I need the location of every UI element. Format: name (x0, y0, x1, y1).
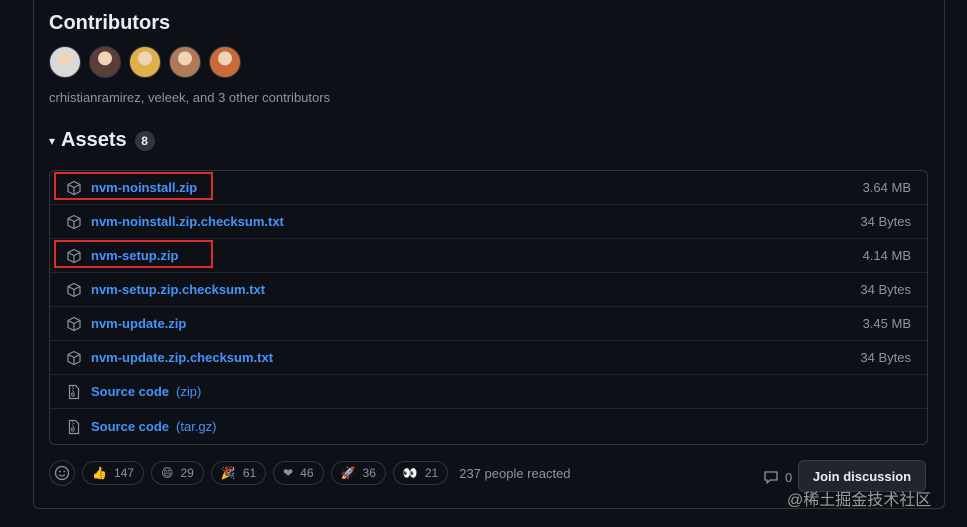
contributor-avatar[interactable] (89, 46, 121, 78)
reaction-count: 61 (242, 466, 257, 480)
asset-size: 4.14 MB (862, 248, 911, 263)
asset-size: 34 Bytes (860, 214, 911, 229)
watermark: @稀土掘金技术社区 (787, 492, 932, 509)
assets-count-badge: 8 (134, 130, 155, 151)
add-reaction-button[interactable] (49, 460, 75, 486)
assets-toggle[interactable]: ▾ Assets 8 (49, 129, 155, 152)
asset-row: nvm-update.zip.checksum.txt 34 Bytes (50, 341, 927, 375)
reaction-pill[interactable]: 👀 21 (392, 461, 449, 485)
asset-size: 34 Bytes (860, 282, 911, 297)
reaction-pill[interactable]: 🚀 36 (330, 461, 386, 485)
reaction-pill[interactable]: 🎉 61 (210, 461, 267, 485)
contributor-avatar[interactable] (129, 46, 161, 78)
package-icon (66, 316, 82, 332)
assets-title: Assets (61, 129, 127, 151)
reaction-count: 29 (180, 466, 194, 480)
package-icon (66, 282, 82, 298)
comment-count[interactable]: 0 (763, 469, 792, 485)
reaction-pill[interactable]: 👍 147 (82, 461, 144, 485)
reaction-emoji-icon: 👀 (402, 466, 418, 480)
reaction-emoji-icon: 😄 (160, 466, 174, 480)
contributors-text[interactable]: crhistianramirez, veleek, and 3 other co… (49, 90, 330, 105)
asset-row: nvm-noinstall.zip 3.64 MB (50, 171, 927, 205)
asset-size: 3.45 MB (862, 316, 911, 331)
reaction-emoji-icon: 🎉 (220, 466, 236, 480)
package-icon (66, 350, 82, 366)
asset-format[interactable]: (zip) (176, 384, 201, 399)
asset-row: nvm-setup.zip 4.14 MB (50, 239, 927, 273)
file-zip-icon (66, 419, 82, 435)
contributor-avatar[interactable] (169, 46, 201, 78)
asset-link[interactable]: nvm-update.zip.checksum.txt (91, 350, 273, 365)
asset-row: nvm-setup.zip.checksum.txt 34 Bytes (50, 273, 927, 307)
file-zip-icon (66, 384, 82, 400)
highlight-box (54, 240, 213, 268)
contributor-avatar[interactable] (209, 46, 241, 78)
asset-link[interactable]: nvm-setup.zip.checksum.txt (91, 282, 265, 297)
reaction-count: 21 (424, 466, 439, 480)
asset-link[interactable]: nvm-update.zip (91, 316, 186, 331)
asset-format[interactable]: (tar.gz) (176, 419, 216, 434)
reaction-pill[interactable]: 😄 29 (150, 461, 204, 485)
reaction-pill[interactable]: ❤ 46 (273, 461, 324, 485)
reactions-summary: 237 people reacted (459, 465, 571, 481)
asset-size: 3.64 MB (862, 180, 911, 195)
reaction-emoji-icon: ❤ (283, 466, 294, 480)
caret-down-icon: ▾ (49, 133, 56, 148)
asset-list: nvm-noinstall.zip 3.64 MB nvm-noinstall.zi… (49, 170, 928, 445)
asset-link[interactable]: Source code (91, 419, 169, 434)
reaction-emoji-icon: 🚀 (340, 466, 356, 480)
highlight-box (54, 172, 213, 200)
asset-row: nvm-update.zip 3.45 MB (50, 307, 927, 341)
reaction-emoji-icon: 👍 (92, 466, 107, 480)
asset-size: 34 Bytes (860, 350, 911, 365)
asset-link[interactable]: nvm-noinstall.zip.checksum.txt (91, 214, 284, 229)
comment-icon (764, 471, 778, 484)
smiley-icon (54, 465, 70, 481)
reactions-bar: 👍 147 😄 29 🎉 61 ❤ 46 🚀 36 👀 21 237 people reacted (49, 460, 571, 486)
reaction-count: 46 (300, 466, 314, 480)
asset-link[interactable]: Source code (91, 384, 169, 399)
contributor-avatar[interactable] (49, 46, 81, 78)
package-icon (66, 214, 82, 230)
reaction-count: 36 (362, 466, 376, 480)
asset-row: nvm-noinstall.zip.checksum.txt 34 Bytes (50, 205, 927, 239)
comment-count-value: 0 (785, 469, 793, 485)
asset-row: Source code (zip) (50, 375, 927, 409)
asset-row: Source code (tar.gz) (50, 409, 927, 444)
contributors-title: Contributors (49, 12, 171, 34)
reaction-count: 147 (113, 466, 134, 480)
contributor-avatars (49, 46, 241, 78)
